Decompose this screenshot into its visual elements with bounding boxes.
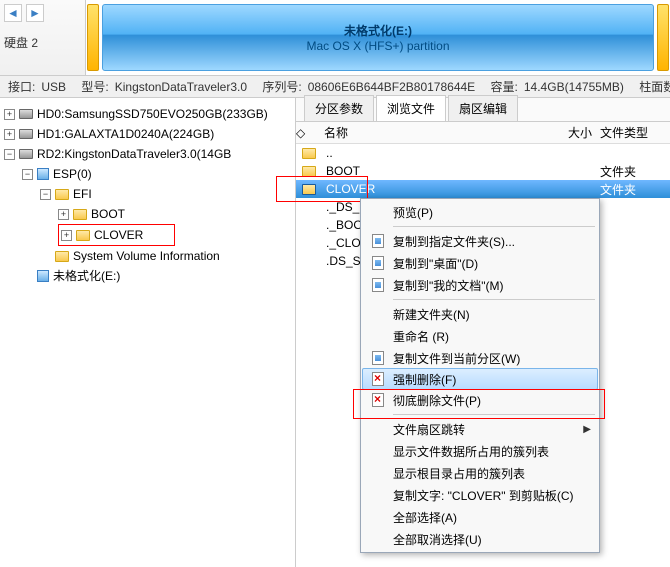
copy-icon: [369, 255, 387, 271]
menu-sector-jump[interactable]: 文件扇区跳转▶: [363, 418, 597, 440]
capacity-value: 14.4GB(14755MB): [524, 80, 624, 94]
file-list-header: ◇ 名称 大小 文件类型: [296, 122, 670, 144]
menu-separator: [393, 226, 595, 227]
copy-icon: [369, 277, 387, 293]
menu-deselect-all[interactable]: 全部取消选择(U): [363, 528, 597, 550]
list-item-selected[interactable]: CLOVER文件夹: [296, 180, 670, 198]
collapse-icon[interactable]: −: [22, 169, 33, 180]
partition-icon: [37, 270, 49, 282]
capacity-label: 容量:: [491, 78, 518, 95]
expand-icon[interactable]: +: [58, 209, 69, 220]
disk-icon: [19, 149, 33, 159]
tree-node-svi[interactable]: System Volume Information: [40, 246, 291, 266]
folder-icon: [55, 251, 69, 262]
col-type[interactable]: 文件类型: [600, 124, 670, 141]
topbar-left: ◄ ► 硬盘 2: [0, 0, 86, 75]
tree-node-esp[interactable]: −ESP(0): [22, 164, 291, 184]
col-name[interactable]: 名称: [320, 124, 550, 141]
menu-select-all[interactable]: 全部选择(A): [363, 506, 597, 528]
serial-value: 08606E6B644BF2B80178644E: [308, 80, 475, 94]
delete-icon: [369, 392, 387, 408]
col-icon[interactable]: ◇: [296, 126, 320, 140]
folder-icon: [302, 184, 316, 195]
partition-icon: [37, 168, 49, 180]
disk-icon: [19, 109, 33, 119]
delete-icon: [369, 371, 387, 387]
tree-node-hd1[interactable]: +HD1:GALAXTA1D0240A(224GB): [4, 124, 291, 144]
tab-browse-files[interactable]: 浏览文件: [376, 95, 446, 121]
topbar-right: 未格式化(E:) Mac OS X (HFS+) partition: [86, 0, 670, 75]
menu-show-file-clusters[interactable]: 显示文件数据所占用的簇列表: [363, 440, 597, 462]
copy-icon: [369, 350, 387, 366]
partition-title: 未格式化(E:): [344, 22, 412, 39]
collapse-icon[interactable]: −: [4, 149, 15, 160]
context-menu: 预览(P) 复制到指定文件夹(S)... 复制到"桌面"(D) 复制到"我的文档…: [360, 198, 600, 553]
menu-separator: [393, 414, 595, 415]
model-label: 型号:: [81, 78, 108, 95]
interface-value: USB: [41, 80, 66, 94]
col-size[interactable]: 大小: [550, 124, 600, 141]
tree-node-unformatted[interactable]: 未格式化(E:): [22, 266, 291, 286]
menu-separator: [393, 299, 595, 300]
tree-node-boot[interactable]: +BOOT: [58, 204, 291, 224]
file-icon: [302, 256, 316, 267]
tab-bar: 分区参数 浏览文件 扇区编辑: [296, 98, 670, 122]
model-value: KingstonDataTraveler3.0: [115, 80, 247, 94]
partition-subtitle: Mac OS X (HFS+) partition: [306, 39, 449, 53]
tree-node-hd0[interactable]: +HD0:SamsungSSD750EVO250GB(233GB): [4, 104, 291, 124]
collapse-icon[interactable]: −: [40, 189, 51, 200]
partition-slot[interactable]: [657, 4, 669, 71]
folder-icon: [302, 166, 316, 177]
menu-show-root-clusters[interactable]: 显示根目录占用的簇列表: [363, 462, 597, 484]
menu-copy-to-docs[interactable]: 复制到"我的文档"(M): [363, 274, 597, 296]
menu-full-delete[interactable]: 彻底删除文件(P): [363, 389, 597, 411]
list-item[interactable]: ..: [296, 144, 670, 162]
nav-back-button[interactable]: ◄: [4, 4, 22, 22]
menu-copy-to-desktop[interactable]: 复制到"桌面"(D): [363, 252, 597, 274]
tree-pane: +HD0:SamsungSSD750EVO250GB(233GB) +HD1:G…: [0, 98, 296, 567]
interface-label: 接口:: [8, 78, 35, 95]
disk-label: 硬盘 2: [4, 34, 81, 51]
nav-forward-button[interactable]: ►: [26, 4, 44, 22]
tab-sector-edit[interactable]: 扇区编辑: [448, 95, 518, 121]
submenu-arrow-icon: ▶: [583, 424, 597, 435]
expand-icon[interactable]: +: [4, 109, 15, 120]
menu-rename[interactable]: 重命名 (R): [363, 325, 597, 347]
menu-copy-to-partition[interactable]: 复制文件到当前分区(W): [363, 347, 597, 369]
file-icon: [302, 238, 316, 249]
tab-partition-params[interactable]: 分区参数: [304, 95, 374, 121]
expand-icon[interactable]: +: [61, 230, 72, 241]
top-bar: ◄ ► 硬盘 2 未格式化(E:) Mac OS X (HFS+) partit…: [0, 0, 670, 76]
disk-icon: [19, 129, 33, 139]
folder-up-icon: [302, 148, 316, 159]
file-icon: [302, 220, 316, 231]
cylinders-label: 柱面数:: [639, 78, 670, 95]
highlight-box: +CLOVER: [58, 224, 175, 246]
copy-icon: [369, 233, 387, 249]
menu-preview[interactable]: 预览(P): [363, 201, 597, 223]
expand-icon[interactable]: +: [4, 129, 15, 140]
list-item[interactable]: BOOT文件夹: [296, 162, 670, 180]
folder-icon: [55, 189, 69, 200]
partition-slot[interactable]: [87, 4, 99, 71]
file-icon: [302, 202, 316, 213]
menu-copy-text[interactable]: 复制文字: "CLOVER" 到剪贴板(C): [363, 484, 597, 506]
menu-new-folder[interactable]: 新建文件夹(N): [363, 303, 597, 325]
menu-force-delete[interactable]: 强制删除(F): [362, 368, 598, 390]
serial-label: 序列号:: [262, 78, 301, 95]
partition-banner[interactable]: 未格式化(E:) Mac OS X (HFS+) partition: [102, 4, 654, 71]
menu-copy-to-folder[interactable]: 复制到指定文件夹(S)...: [363, 230, 597, 252]
disk-tree[interactable]: +HD0:SamsungSSD750EVO250GB(233GB) +HD1:G…: [4, 104, 291, 286]
folder-icon: [76, 230, 90, 241]
tree-node-efi[interactable]: −EFI: [40, 184, 291, 204]
folder-icon: [73, 209, 87, 220]
tree-node-clover[interactable]: +CLOVER: [58, 224, 291, 246]
tree-node-rd2[interactable]: −RD2:KingstonDataTraveler3.0(14GB: [4, 144, 291, 164]
